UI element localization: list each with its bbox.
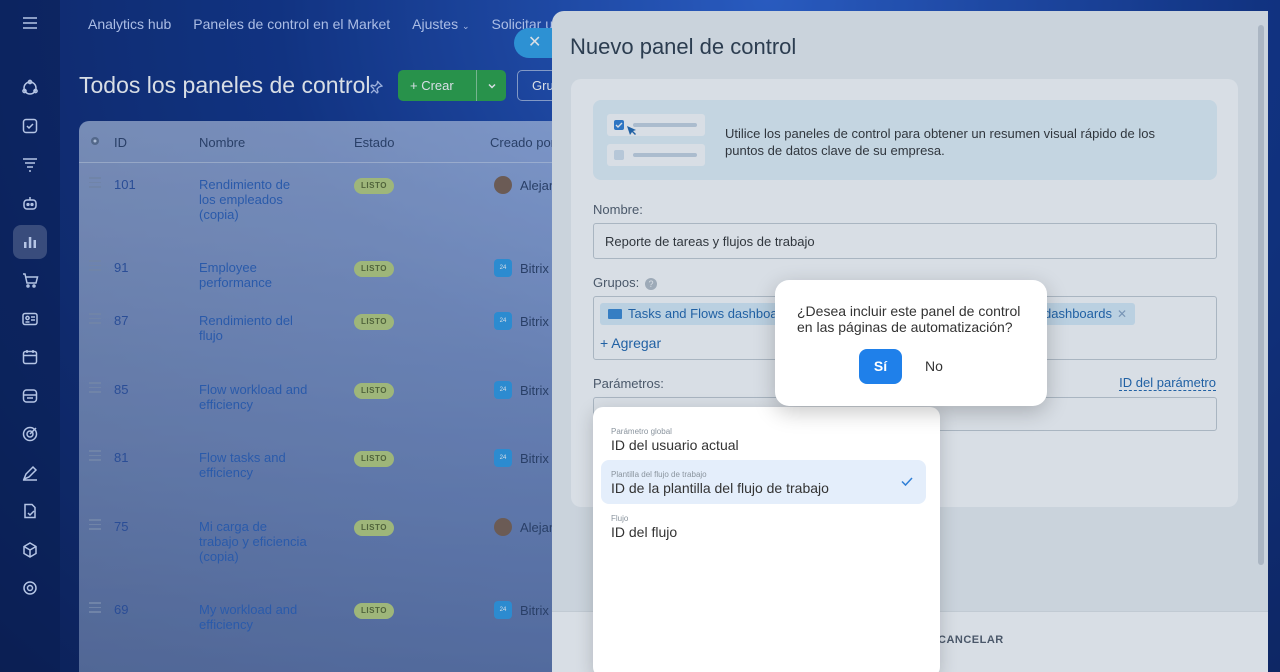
dropdown-item-label: ID del flujo [611, 524, 678, 540]
confirm-question: ¿Desea incluir este panel de control en … [797, 303, 1021, 335]
yes-button[interactable]: Sí [859, 349, 902, 384]
dropdown-item-caption: Plantilla del flujo de trabajo [611, 470, 707, 479]
confirm-popup: ¿Desea incluir este panel de control en … [775, 280, 1047, 406]
dropdown-item-workflow-template-id[interactable]: Plantilla del flujo de trabajo ID de la … [601, 460, 926, 504]
dropdown-item-current-user-id[interactable]: Parámetro global ID del usuario actual [601, 417, 926, 461]
dropdown-item-caption: Parámetro global [611, 427, 672, 436]
dropdown-item-label: ID de la plantilla del flujo de trabajo [611, 480, 829, 496]
parameter-dropdown: Parámetro global ID del usuario actual P… [593, 407, 940, 672]
dropdown-item-flow-id[interactable]: Flujo ID del flujo [601, 504, 926, 548]
no-button[interactable]: No [925, 349, 949, 384]
checkmark-icon [901, 477, 913, 487]
dropdown-item-caption: Flujo [611, 514, 629, 523]
dropdown-item-label: ID del usuario actual [611, 437, 739, 453]
